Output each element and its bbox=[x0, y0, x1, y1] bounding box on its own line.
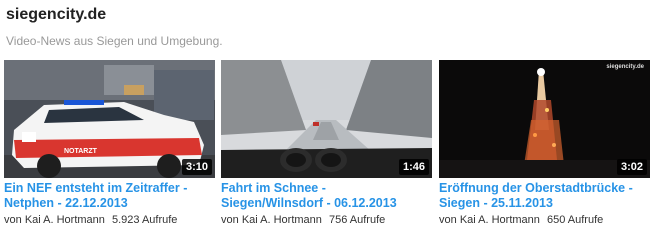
video-duration: 1:46 bbox=[398, 159, 429, 175]
video-title-line: Fahrt im Schnee - bbox=[221, 181, 326, 195]
video-card: siegencity.de 3:02 Eröffnung der Obersta… bbox=[439, 60, 650, 226]
video-title-link[interactable]: Fahrt im Schnee - Siegen/Wilnsdorf - 06.… bbox=[221, 181, 435, 211]
video-meta: von Kai A. Hortmann 5.923 Aufrufe bbox=[4, 214, 215, 226]
video-card: NOTARZT 3:10 Ein NEF entsteht im Zeitraf… bbox=[4, 60, 215, 226]
vehicle-text: NOTARZT bbox=[64, 148, 98, 155]
video-card: 1:46 Fahrt im Schnee - Siegen/Wilnsdorf … bbox=[221, 60, 432, 226]
channel-title[interactable]: siegencity.de bbox=[6, 6, 106, 24]
by-label: von bbox=[439, 214, 457, 226]
author-link[interactable]: Kai A. Hortmann bbox=[242, 214, 322, 226]
author-link[interactable]: Kai A. Hortmann bbox=[460, 214, 540, 226]
video-thumbnail[interactable]: 1:46 bbox=[221, 60, 432, 178]
video-meta: von Kai A. Hortmann 650 Aufrufe bbox=[439, 214, 650, 226]
by-label: von bbox=[4, 214, 22, 226]
video-thumbnail[interactable]: NOTARZT 3:10 bbox=[4, 60, 215, 178]
video-title-line: Ein NEF entsteht im Zeitraffer - bbox=[4, 181, 188, 195]
video-title-link[interactable]: Ein NEF entsteht im Zeitraffer - Netphen… bbox=[4, 181, 218, 211]
video-title-line: Eröffnung der Oberstadtbrücke - bbox=[439, 181, 633, 195]
video-duration: 3:10 bbox=[181, 159, 212, 175]
video-meta: von Kai A. Hortmann 756 Aufrufe bbox=[221, 214, 432, 226]
view-count: 650 Aufrufe bbox=[546, 214, 604, 226]
by-label: von bbox=[221, 214, 239, 226]
video-thumbnail[interactable]: siegencity.de 3:02 bbox=[439, 60, 650, 178]
author-link[interactable]: Kai A. Hortmann bbox=[25, 214, 105, 226]
video-duration: 3:02 bbox=[616, 159, 647, 175]
channel-description: Video-News aus Siegen und Umgebung. bbox=[6, 34, 223, 48]
video-title-line: Siegen - 25.11.2013 bbox=[439, 196, 553, 210]
video-watermark: siegencity.de bbox=[606, 64, 644, 70]
video-title-line: Netphen - 22.12.2013 bbox=[4, 196, 128, 210]
video-title-link[interactable]: Eröffnung der Oberstadtbrücke - Siegen -… bbox=[439, 181, 652, 211]
video-title-line: Siegen/Wilnsdorf - 06.12.2013 bbox=[221, 196, 397, 210]
view-count: 5.923 Aufrufe bbox=[111, 214, 178, 226]
view-count: 756 Aufrufe bbox=[328, 214, 386, 226]
